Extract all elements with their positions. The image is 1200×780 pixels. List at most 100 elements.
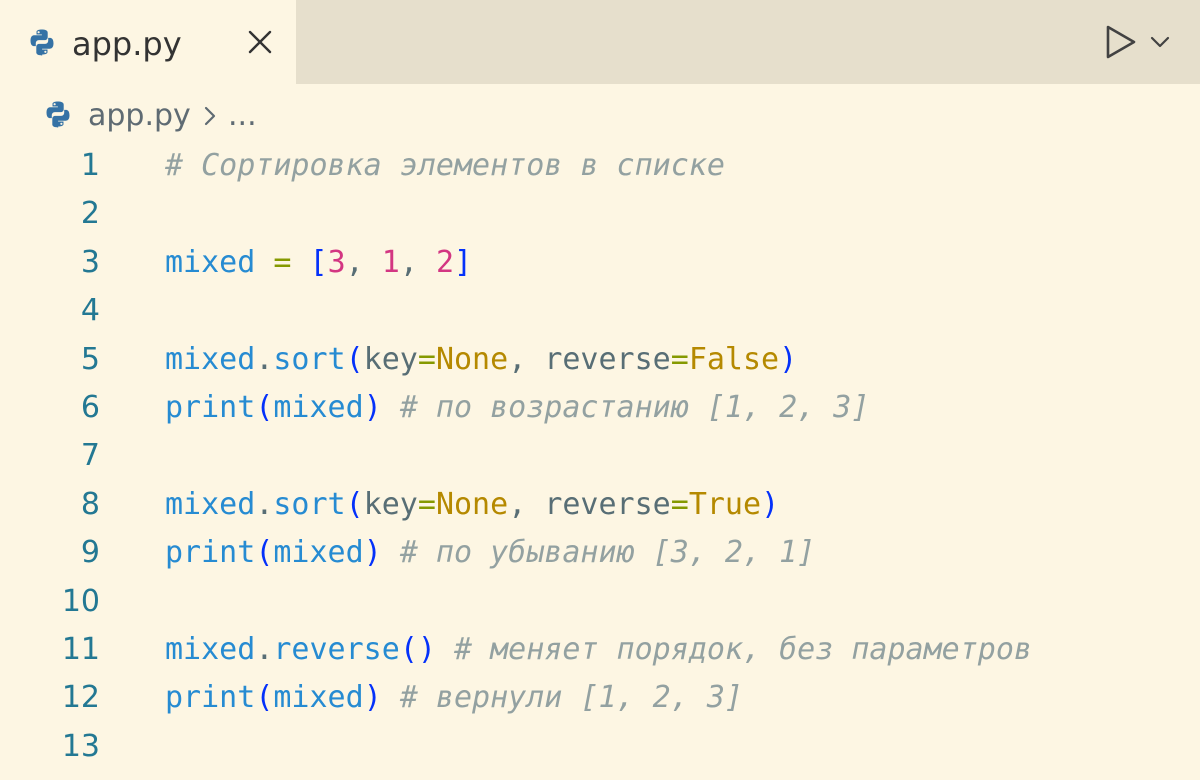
line-number: 2: [80, 196, 100, 232]
code-token: key: [363, 486, 418, 522]
code-line[interactable]: 7: [0, 432, 1200, 480]
code-token: mixed: [273, 535, 364, 571]
line-source: mixed.sort(key=None, reverse=True): [165, 481, 779, 529]
code-token: (: [255, 535, 274, 571]
code-token: =: [273, 244, 292, 280]
code-token: =: [670, 341, 689, 377]
code-token: .: [255, 486, 274, 522]
code-line[interactable]: 6 print(mixed) # по возрастанию [1, 2, 3]: [0, 384, 1200, 432]
play-icon[interactable]: [1104, 24, 1138, 60]
line-number: 12: [61, 680, 100, 716]
code-line[interactable]: 13: [0, 723, 1200, 771]
code-token: 2: [435, 244, 454, 280]
code-token: (: [255, 389, 274, 425]
code-token: ,: [345, 244, 382, 280]
code-token: ): [363, 389, 382, 425]
code-token: # вернули [1, 2, 3]: [399, 680, 743, 716]
code-token: reverse: [544, 341, 671, 377]
line-number: 3: [80, 244, 100, 280]
code-token: ,: [399, 244, 436, 280]
breadcrumb-symbols[interactable]: ...: [228, 94, 257, 138]
line-number: 10: [61, 583, 100, 619]
code-line[interactable]: 12 print(mixed) # вернули [1, 2, 3]: [0, 674, 1200, 722]
line-number: 5: [80, 341, 100, 377]
code-token: ,: [508, 486, 545, 522]
code-token: =: [417, 341, 436, 377]
line-source: print(mixed) # по убыванию [3, 2, 1]: [165, 529, 815, 577]
code-token: reverse: [273, 631, 400, 667]
code-token: =: [670, 486, 689, 522]
code-token: (: [255, 680, 274, 716]
code-line[interactable]: 11 mixed.reverse() # меняет порядок, без …: [0, 626, 1200, 674]
line-number: 9: [80, 535, 100, 571]
code-token: sort: [273, 486, 346, 522]
code-token: [: [309, 244, 328, 280]
code-token: ]: [454, 244, 473, 280]
code-token: sort: [273, 341, 346, 377]
code-token: print: [165, 535, 256, 571]
line-source: # Сортировка элементов в списке: [165, 142, 725, 190]
line-number: 4: [80, 293, 100, 329]
code-token: mixed: [165, 341, 256, 377]
code-token: ): [761, 486, 780, 522]
chevron-down-icon[interactable]: [1148, 32, 1172, 52]
code-token: (): [399, 631, 436, 667]
code-token: ,: [508, 341, 545, 377]
code-token: False: [688, 341, 780, 377]
code-token: key: [363, 341, 418, 377]
code-token: # Сортировка элементов в списке: [165, 148, 725, 183]
code-token: # по убыванию [3, 2, 1]: [399, 535, 816, 571]
code-token: ): [779, 341, 798, 377]
code-token: ): [363, 680, 382, 716]
code-token: print: [165, 680, 256, 716]
line-number: 1: [80, 148, 100, 183]
code-token: print: [165, 389, 256, 425]
code-token: mixed: [273, 389, 364, 425]
code-token: None: [435, 341, 509, 377]
line-source: mixed.reverse() # меняет порядок, без па…: [165, 626, 1032, 674]
tab-app-py[interactable]: app.py: [0, 0, 296, 84]
code-token: True: [688, 486, 762, 522]
code-token: =: [417, 486, 436, 522]
python-icon: [44, 100, 72, 128]
code-token: # по возрастанию [1, 2, 3]: [399, 389, 870, 425]
line-source: print(mixed) # по возрастанию [1, 2, 3]: [165, 384, 869, 432]
line-source: mixed.sort(key=None, reverse=False): [165, 336, 797, 384]
line-number: 13: [61, 728, 100, 764]
python-icon: [28, 28, 56, 56]
breadcrumb-file[interactable]: app.py: [88, 94, 191, 138]
line-source: print(mixed) # вернули [1, 2, 3]: [165, 674, 743, 722]
code-line[interactable]: 5 mixed.sort(key=None, reverse=False): [0, 336, 1200, 384]
code-token: ): [363, 535, 382, 571]
code-line[interactable]: 1 # Сортировка элементов в списке: [0, 142, 1200, 190]
line-source: mixed = [3, 1, 2]: [165, 239, 472, 287]
close-icon[interactable]: [244, 26, 276, 58]
code-token: mixed: [165, 486, 256, 522]
code-line[interactable]: 9 print(mixed) # по убыванию [3, 2, 1]: [0, 529, 1200, 577]
line-number: 6: [80, 389, 100, 425]
code-token: .: [255, 341, 274, 377]
code-line[interactable]: 8 mixed.sort(key=None, reverse=True): [0, 481, 1200, 529]
code-token: (: [345, 486, 364, 522]
code-editor: app.py app.py ... 1 # Сортировка элемент…: [0, 0, 1200, 780]
code-line[interactable]: 4: [0, 287, 1200, 335]
code-line[interactable]: 10: [0, 578, 1200, 626]
code-token: mixed: [165, 244, 256, 280]
code-token: None: [435, 486, 509, 522]
line-number: 7: [80, 438, 100, 474]
code-area[interactable]: 1 # Сортировка элементов в списке 2 3 mixed …: [0, 142, 1200, 771]
code-token: reverse: [544, 486, 671, 522]
code-line[interactable]: 3 mixed = [3, 1, 2]: [0, 239, 1200, 287]
line-number: 11: [61, 631, 100, 667]
code-line[interactable]: 2: [0, 190, 1200, 238]
code-token: 3: [327, 244, 346, 280]
tab-bar: app.py: [0, 0, 1200, 84]
code-token: (: [345, 341, 364, 377]
chevron-right-icon: [200, 100, 220, 132]
code-token: mixed: [165, 631, 256, 667]
